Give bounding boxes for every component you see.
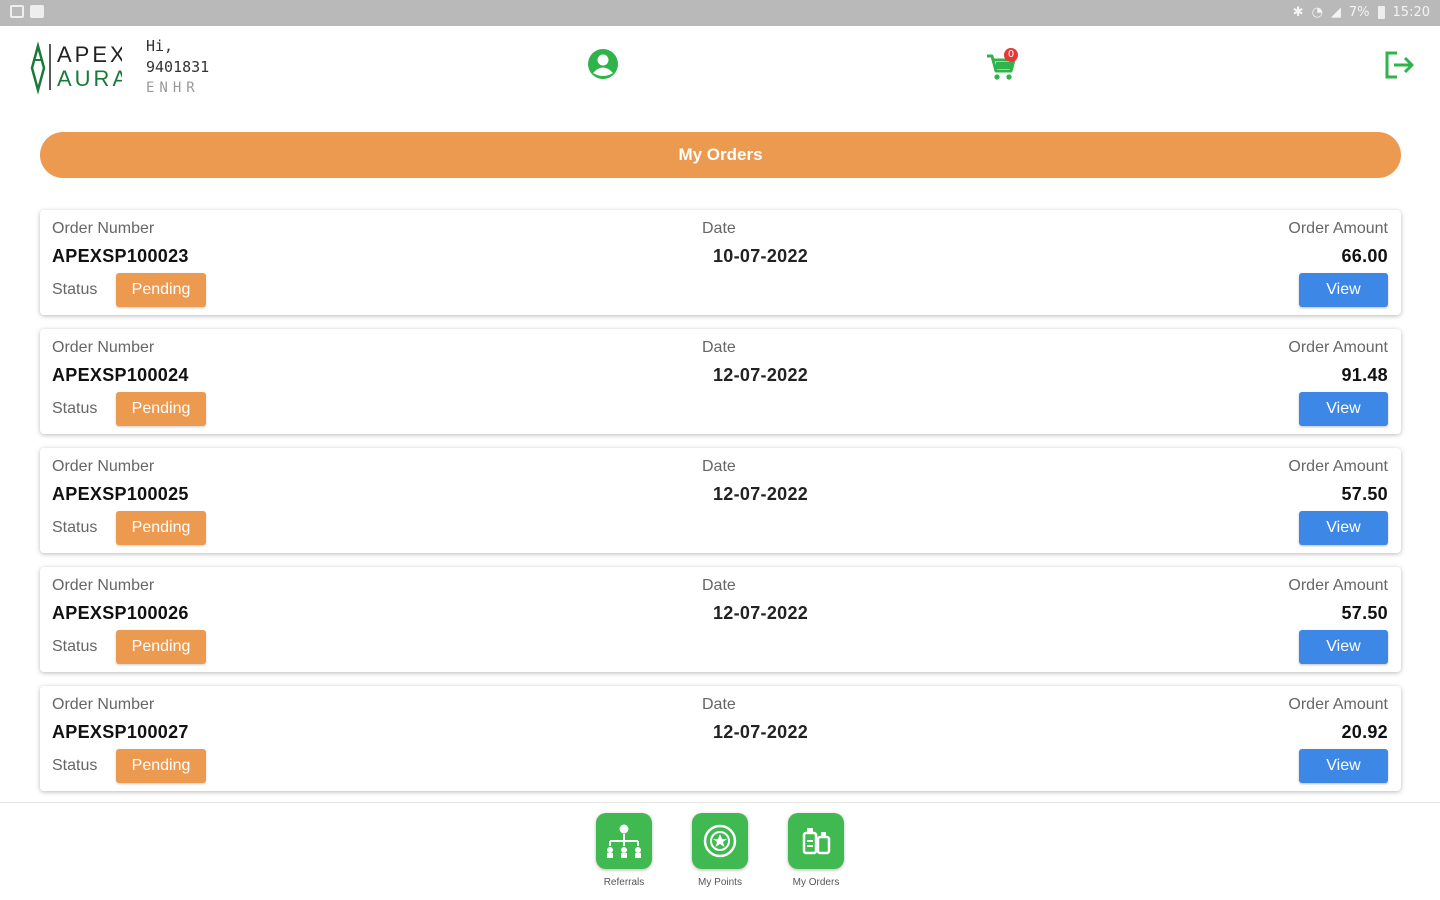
page-title: My Orders (40, 132, 1401, 178)
logout-icon (1385, 51, 1414, 79)
order-number-label: Order Number (52, 339, 155, 356)
order-number-value: APEXSP100023 (52, 246, 189, 266)
status-label: Status (52, 400, 98, 417)
order-number-value: APEXSP100024 (52, 365, 189, 385)
nav-referrals[interactable]: Referrals (584, 813, 664, 888)
view-order-button[interactable]: View (1299, 273, 1388, 307)
view-order-button[interactable]: View (1299, 392, 1388, 426)
status-badge: Pending (116, 392, 206, 426)
order-amount-value: 20.92 (1341, 722, 1388, 742)
order-amount-label: Order Amount (1288, 339, 1388, 356)
order-amount-value: 66.00 (1341, 246, 1388, 266)
cart-count-badge: 0 (1004, 48, 1018, 62)
date-label: Date (702, 577, 736, 594)
order-amount-label: Order Amount (1288, 696, 1388, 713)
date-label: Date (702, 339, 736, 356)
order-amount-value: 57.50 (1341, 603, 1388, 623)
order-card: Order Number APEXSP100025 Status Pending… (40, 448, 1401, 553)
bluetooth-icon: ✱ (1292, 5, 1304, 20)
orders-list: Order Number APEXSP100023 Status Pending… (40, 210, 1401, 805)
bottom-navigation: Referrals My Points My Orders (0, 802, 1440, 900)
status-badge: Pending (116, 273, 206, 307)
logo-text-apex: APEX (57, 42, 122, 67)
nav-label: My Orders (792, 877, 840, 888)
order-number-value: APEXSP100027 (52, 722, 189, 742)
gallery-icon (10, 5, 24, 18)
cart-button[interactable]: 0 (985, 48, 1021, 82)
battery-percent: 7% (1348, 5, 1370, 20)
order-number-value: APEXSP100025 (52, 484, 189, 504)
view-order-button[interactable]: View (1299, 749, 1388, 783)
date-label: Date (702, 458, 736, 475)
referrals-icon (596, 813, 652, 869)
status-label: Status (52, 757, 98, 774)
points-icon (692, 813, 748, 869)
clock: 15:20 (1392, 5, 1430, 20)
date-value: 12-07-2022 (713, 484, 809, 504)
order-amount-label: Order Amount (1288, 577, 1388, 594)
order-amount-label: Order Amount (1288, 458, 1388, 475)
greeting-text: Hi, (146, 37, 174, 55)
nav-my-orders[interactable]: My Orders (776, 813, 856, 888)
user-code: ENHR (146, 80, 200, 96)
apex-aura-logo: APEX AURA (30, 41, 122, 95)
nav-label: My Points (698, 877, 742, 888)
order-number-label: Order Number (52, 696, 155, 713)
order-card: Order Number APEXSP100027 Status Pending… (40, 686, 1401, 791)
logo-text-aura: AURA (57, 66, 122, 91)
order-number-value: APEXSP100026 (52, 603, 189, 623)
order-number-label: Order Number (52, 458, 155, 475)
order-number-label: Order Number (52, 577, 155, 594)
signal-icon: ◢ (1330, 5, 1341, 20)
order-amount-label: Order Amount (1288, 220, 1388, 237)
status-label: Status (52, 638, 98, 655)
status-badge: Pending (116, 630, 206, 664)
view-order-button[interactable]: View (1299, 630, 1388, 664)
battery-icon (1377, 6, 1385, 19)
account-circle-icon (588, 49, 618, 79)
view-order-button[interactable]: View (1299, 511, 1388, 545)
date-value: 12-07-2022 (713, 365, 809, 385)
date-label: Date (702, 220, 736, 237)
status-badge: Pending (116, 511, 206, 545)
nav-my-points[interactable]: My Points (680, 813, 760, 888)
user-greeting: Hi, 9401831 ENHR (146, 36, 209, 98)
status-label: Status (52, 519, 98, 536)
order-amount-value: 91.48 (1341, 365, 1388, 385)
order-card: Order Number APEXSP100026 Status Pending… (40, 567, 1401, 672)
orders-icon (788, 813, 844, 869)
order-card: Order Number APEXSP100023 Status Pending… (40, 210, 1401, 315)
order-amount-value: 57.50 (1341, 484, 1388, 504)
date-value: 12-07-2022 (713, 603, 809, 623)
date-label: Date (702, 696, 736, 713)
status-badge: Pending (116, 749, 206, 783)
date-value: 12-07-2022 (713, 722, 809, 742)
message-icon (30, 5, 44, 18)
order-card: Order Number APEXSP100024 Status Pending… (40, 329, 1401, 434)
nav-label: Referrals (603, 877, 645, 888)
wifi-icon: ◔ (1311, 5, 1323, 20)
order-number-label: Order Number (52, 220, 155, 237)
user-id: 9401831 (146, 58, 210, 76)
profile-button[interactable] (587, 48, 619, 85)
app-header: APEX AURA Hi, 9401831 ENHR 0 (0, 26, 1440, 110)
logout-button[interactable] (1384, 50, 1416, 85)
system-status-bar: ✱ ◔ ◢ 7% 15:20 (0, 0, 1440, 26)
status-label: Status (52, 281, 98, 298)
date-value: 10-07-2022 (713, 246, 809, 266)
